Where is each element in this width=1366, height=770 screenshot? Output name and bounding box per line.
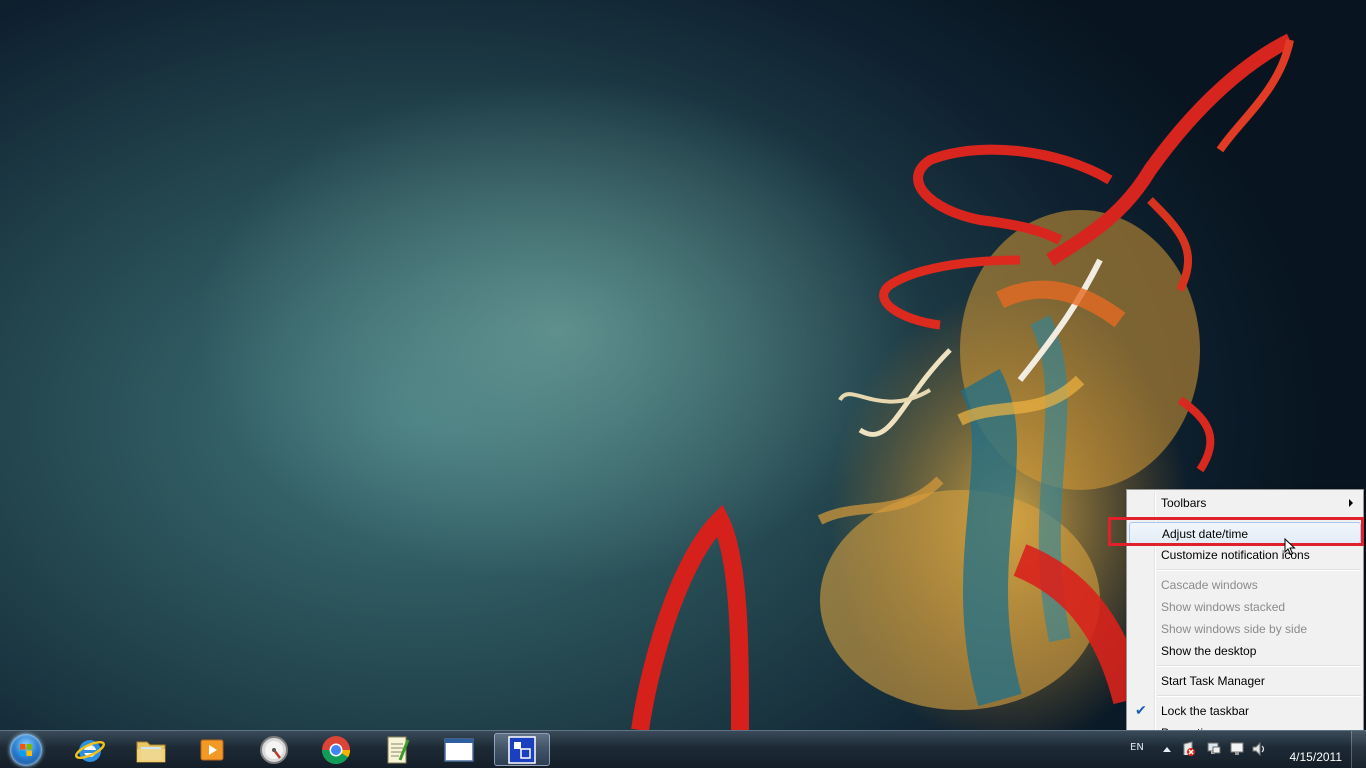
menu-item-lock-taskbar[interactable]: ✔ Lock the taskbar	[1129, 700, 1361, 722]
show-hidden-icons-arrow-icon[interactable]	[1162, 745, 1172, 753]
media-player-icon	[200, 739, 224, 760]
clock-date[interactable]: 4/15/2011	[1290, 750, 1343, 764]
menu-item-label: Start Task Manager	[1161, 674, 1265, 688]
taskbar: EN 4/15/2011	[0, 730, 1366, 768]
menu-item-cascade-windows: Cascade windows	[1129, 574, 1361, 596]
menu-separator	[1157, 695, 1361, 697]
menu-separator	[1157, 665, 1361, 667]
menu-item-label: Adjust date/time	[1162, 527, 1249, 541]
menu-item-label: Show windows side by side	[1161, 622, 1308, 636]
menu-item-label: Show windows stacked	[1161, 600, 1286, 614]
menu-item-label: Cascade windows	[1161, 578, 1258, 592]
menu-separator	[1157, 569, 1361, 571]
checkmark-icon: ✔	[1135, 702, 1147, 718]
gauge-icon	[260, 735, 288, 764]
internet-explorer-icon	[74, 739, 106, 762]
menu-item-show-windows-stacked: Show windows stacked	[1129, 596, 1361, 618]
system-tray: EN 4/15/2011	[1126, 731, 1366, 769]
start-button[interactable]	[4, 732, 48, 768]
menu-item-toolbars[interactable]: Toolbars	[1129, 492, 1361, 514]
volume-icon[interactable]	[1252, 742, 1266, 756]
folder-icon	[136, 741, 166, 762]
chrome-icon	[322, 735, 350, 764]
windows-logo-icon	[10, 734, 42, 766]
taskbar-window-app[interactable]	[431, 733, 487, 766]
menu-separator	[1157, 517, 1361, 519]
mouse-cursor-icon	[1284, 538, 1296, 556]
menu-item-label: Toolbars	[1161, 496, 1207, 510]
menu-item-start-task-manager[interactable]: Start Task Manager	[1129, 670, 1361, 692]
menu-item-label: Show the desktop	[1161, 644, 1257, 658]
menu-item-adjust-date-time[interactable]: Adjust date/time	[1129, 522, 1361, 544]
taskbar-context-menu: Toolbars Adjust date/time Customize noti…	[1126, 489, 1364, 745]
menu-item-customize-notification-icons[interactable]: Customize notification icons	[1129, 544, 1361, 566]
monitor-icon[interactable]	[1230, 742, 1244, 756]
action-center-icon[interactable]	[1182, 741, 1196, 757]
network-icon[interactable]	[1206, 742, 1222, 756]
menu-item-show-windows-side-by-side: Show windows side by side	[1129, 618, 1361, 640]
taskbar-media-player[interactable]	[184, 733, 240, 766]
notepad-icon	[387, 736, 410, 763]
taskbar-google-chrome[interactable]	[308, 733, 364, 766]
taskbar-screenshot-app[interactable]	[494, 733, 550, 766]
window-icon	[444, 737, 474, 762]
submenu-arrow-icon	[1349, 499, 1353, 507]
language-indicator[interactable]: EN	[1130, 742, 1144, 753]
taskbar-windows-explorer[interactable]	[123, 733, 179, 766]
taskbar-speedometer-app[interactable]	[246, 733, 302, 766]
menu-item-label: Lock the taskbar	[1161, 704, 1250, 718]
screen-capture-icon	[508, 735, 536, 764]
taskbar-internet-explorer[interactable]	[62, 733, 118, 766]
menu-item-show-desktop[interactable]: Show the desktop	[1129, 640, 1361, 662]
show-desktop-button[interactable]	[1351, 731, 1366, 768]
taskbar-notepad-app[interactable]	[369, 733, 425, 766]
